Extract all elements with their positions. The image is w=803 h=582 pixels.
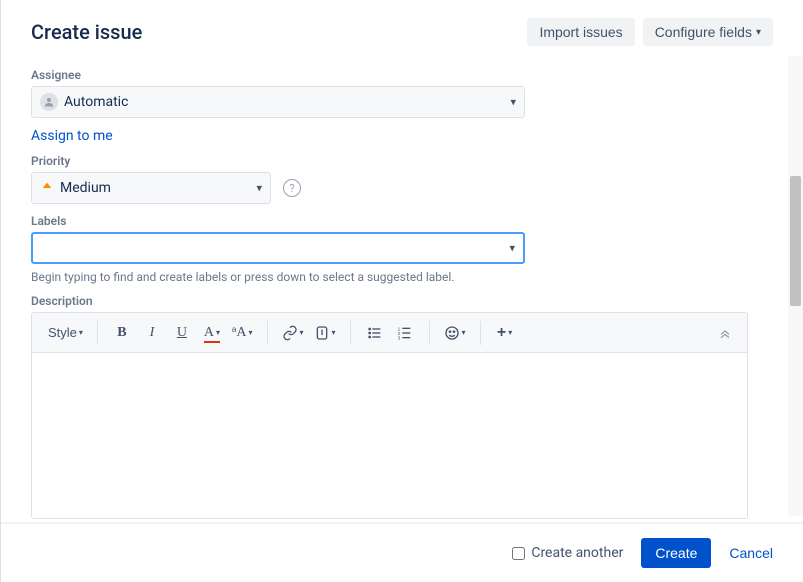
insert-more-button[interactable]: +▾ (491, 319, 519, 347)
priority-medium-icon (40, 181, 54, 195)
description-textarea[interactable] (32, 353, 747, 518)
help-icon[interactable]: ? (283, 179, 301, 197)
numbered-list-button[interactable]: 123 (391, 319, 419, 347)
create-button-label: Create (655, 545, 697, 561)
toolbar-separator (480, 321, 481, 345)
priority-row: Medium ▾ ? (31, 172, 773, 204)
style-dropdown[interactable]: Style▾ (44, 319, 87, 347)
chevron-down-icon: ▾ (510, 96, 516, 109)
color-swatch (204, 341, 220, 343)
cancel-button-label: Cancel (729, 545, 773, 561)
assign-to-me-link[interactable]: Assign to me (31, 128, 113, 144)
underline-button[interactable]: U (168, 319, 196, 347)
chevron-down-icon: ▾ (300, 328, 304, 337)
modal-header: Create issue Import issues Configure fie… (1, 0, 803, 58)
emoji-button[interactable]: ▾ (440, 319, 470, 347)
labels-input-wrap[interactable]: ▾ (31, 232, 525, 264)
create-another-label: Create another (531, 545, 623, 561)
text-color-button[interactable]: A ▾ (198, 319, 226, 347)
link-button[interactable]: ▾ (278, 319, 308, 347)
toolbar-separator (267, 321, 268, 345)
priority-value: Medium (60, 180, 111, 196)
editor-toolbar: Style▾ B I U A ▾ aA▾ (32, 313, 747, 353)
svg-text:3: 3 (397, 335, 400, 340)
chevron-down-icon: ▾ (509, 242, 515, 255)
attachment-button[interactable]: ▾ (310, 319, 340, 347)
bullet-list-button[interactable] (361, 319, 389, 347)
labels-label: Labels (31, 214, 773, 228)
description-label: Description (31, 294, 773, 308)
import-issues-button[interactable]: Import issues (527, 18, 634, 46)
configure-fields-label: Configure fields (655, 24, 752, 40)
chevron-down-icon: ▾ (79, 328, 83, 337)
create-another-row[interactable]: Create another (512, 545, 623, 561)
toolbar-separator (429, 321, 430, 345)
chevron-down-icon: ▾ (256, 182, 262, 195)
create-another-checkbox[interactable] (512, 547, 525, 560)
assignee-value: Automatic (64, 94, 128, 110)
toolbar-separator (350, 321, 351, 345)
rich-text-editor: Style▾ B I U A ▾ aA▾ (31, 312, 748, 519)
chevron-down-icon: ▾ (508, 328, 512, 337)
create-issue-modal: Create issue Import issues Configure fie… (0, 0, 803, 582)
assignee-label: Assignee (31, 68, 773, 82)
modal-footer: Create another Create Cancel (1, 522, 803, 582)
configure-fields-button[interactable]: Configure fields ▾ (643, 18, 773, 46)
assignee-field: Assignee Automatic ▾ Assign to me (31, 68, 773, 144)
chevron-down-icon: ▾ (756, 27, 761, 38)
modal-title: Create issue (31, 20, 142, 44)
assignee-select[interactable]: Automatic ▾ (31, 86, 525, 118)
priority-label: Priority (31, 154, 773, 168)
cancel-button[interactable]: Cancel (729, 545, 773, 561)
bold-button[interactable]: B (108, 319, 136, 347)
priority-select[interactable]: Medium ▾ (31, 172, 271, 204)
labels-helper: Begin typing to find and create labels o… (31, 270, 773, 284)
vertical-scrollbar[interactable] (788, 56, 803, 516)
import-issues-label: Import issues (539, 24, 622, 40)
avatar-icon (40, 93, 58, 111)
more-formatting-button[interactable]: aA▾ (228, 319, 257, 347)
italic-button[interactable]: I (138, 319, 166, 347)
labels-field: Labels ▾ Begin typing to find and create… (31, 214, 773, 284)
description-field: Description Style▾ B I U A (31, 294, 773, 519)
chevron-down-icon: ▾ (249, 328, 253, 337)
form-scroll-area[interactable]: Assignee Automatic ▾ Assign to me Priori… (1, 58, 803, 522)
chevron-down-icon: ▾ (216, 328, 220, 337)
labels-input[interactable] (41, 240, 495, 256)
create-button[interactable]: Create (641, 538, 711, 568)
priority-field: Priority Medium ▾ ? (31, 154, 773, 204)
collapse-toolbar-button[interactable] (711, 319, 739, 347)
chevron-down-icon: ▾ (462, 328, 466, 337)
scrollbar-thumb[interactable] (790, 176, 801, 306)
toolbar-separator (97, 321, 98, 345)
chevron-down-icon: ▾ (332, 328, 336, 337)
header-actions: Import issues Configure fields ▾ (527, 18, 773, 46)
style-label: Style (48, 325, 77, 340)
